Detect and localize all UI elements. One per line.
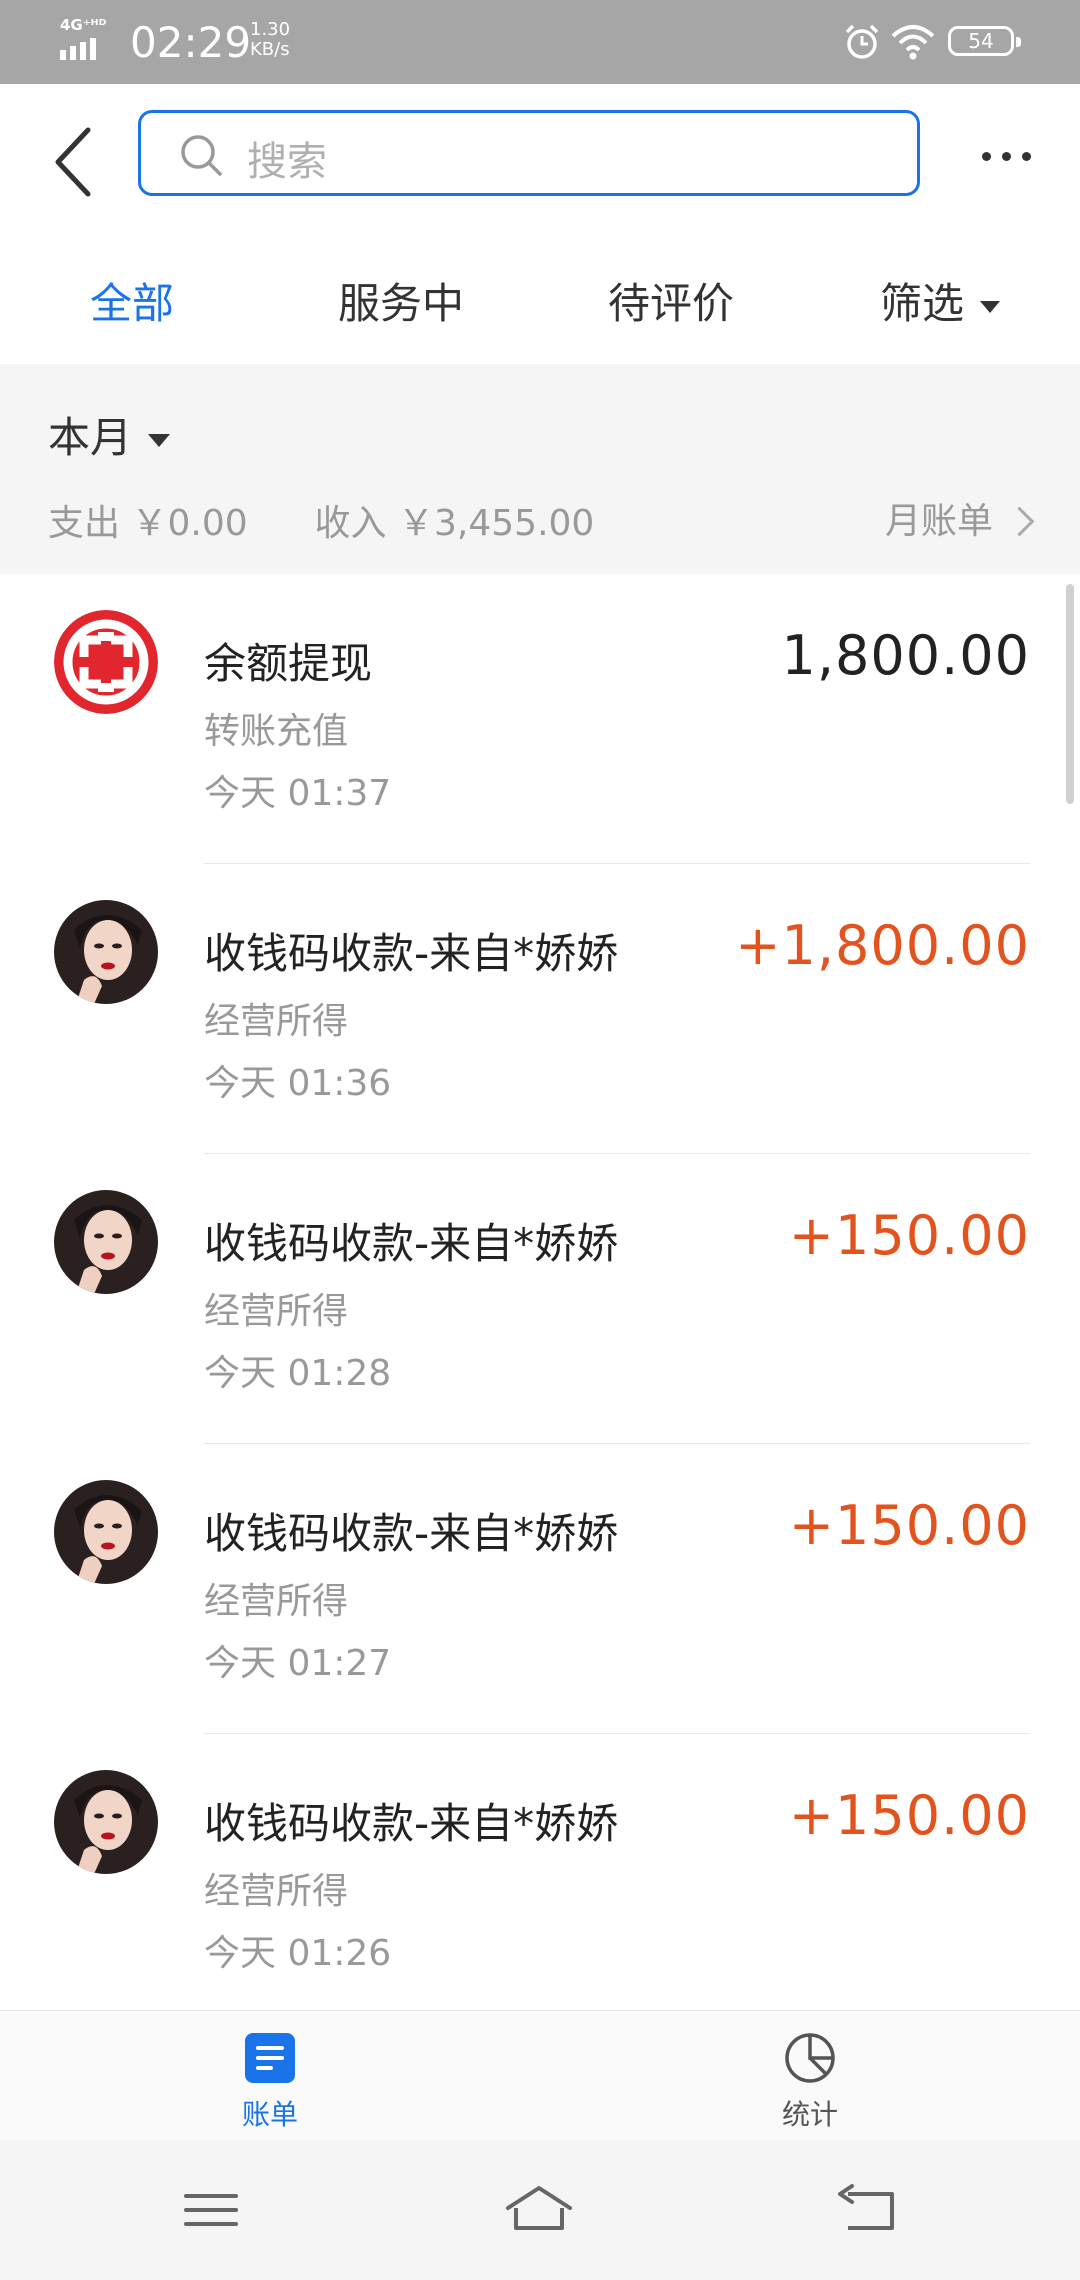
header: 搜索 (0, 84, 1080, 244)
transaction-time: 今天 01:36 (204, 1063, 392, 1104)
list-item[interactable]: 收钱码收款-来自*娇娇 经营所得 今天 01:27 +150.00 (0, 1444, 1080, 1734)
tab-to-review[interactable]: 待评价 (608, 270, 734, 331)
wifi-icon (891, 25, 935, 60)
transaction-title: 收钱码收款-来自*娇娇 (204, 1799, 619, 1848)
user-avatar (54, 1770, 158, 1874)
system-nav-bar (0, 2140, 1080, 2280)
search-icon (181, 135, 222, 176)
transaction-category: 经营所得 (204, 1291, 349, 1332)
signal-icon (60, 38, 96, 60)
user-avatar (54, 1190, 158, 1294)
nav-bill[interactable]: 账单 (190, 2031, 350, 2133)
transaction-amount: 1,800.00 (781, 624, 1030, 687)
user-avatar (54, 1480, 158, 1584)
chevron-right-icon (1004, 506, 1035, 536)
transaction-title: 余额提现 (204, 639, 373, 688)
home-icon[interactable] (504, 2180, 574, 2240)
expense-value: ￥0.00 (131, 503, 248, 544)
search-input[interactable]: 搜索 (138, 110, 920, 196)
battery-indicator: 54 (948, 26, 1021, 56)
bank-logo-icon (54, 610, 158, 714)
filter-tabs: 全部 服务中 待评价 筛选 (0, 244, 1080, 364)
bottom-nav: 账单 统计 (0, 2010, 1080, 2141)
income-value: ￥3,455.00 (398, 503, 595, 544)
nav-statistics[interactable]: 统计 (730, 2031, 890, 2133)
tab-filter[interactable]: 筛选 (880, 270, 1001, 331)
transaction-amount: +150.00 (788, 1494, 1030, 1557)
list-item[interactable]: 收钱码收款-来自*娇娇 经营所得 今天 01:36 +1,800.00 (0, 864, 1080, 1154)
back-arrow-icon[interactable] (44, 122, 104, 202)
clock: 02:29 (130, 18, 252, 67)
network-speed: 1.30 KB/s (250, 19, 291, 60)
month-label: 本月 (48, 413, 133, 462)
list-item[interactable]: 收钱码收款-来自*娇娇 经营所得 今天 01:28 +150.00 (0, 1154, 1080, 1444)
income-label: 收入 (314, 503, 387, 544)
bill-icon (245, 2033, 295, 2083)
transaction-time: 今天 01:37 (204, 773, 392, 814)
caret-down-icon (148, 434, 171, 447)
transaction-category: 经营所得 (204, 1001, 349, 1042)
monthly-bill-link[interactable]: 月账单 (884, 492, 1035, 544)
pie-chart-icon (785, 2033, 835, 2083)
expense-label: 支出 (48, 503, 121, 544)
list-item[interactable]: 余额提现 转账充值 今天 01:37 1,800.00 (0, 574, 1080, 864)
list-item[interactable]: 收钱码收款-来自*娇娇 经营所得 今天 01:26 +150.00 (0, 1734, 1080, 2010)
tab-filter-label: 筛选 (880, 279, 965, 328)
transaction-time: 今天 01:26 (204, 1933, 392, 1974)
transaction-amount: +150.00 (788, 1204, 1030, 1267)
transaction-time: 今天 01:28 (204, 1353, 392, 1394)
menu-icon[interactable] (176, 2180, 246, 2240)
transaction-title: 收钱码收款-来自*娇娇 (204, 1219, 619, 1268)
status-bar: 4G⁺ᴴᴰ 02:29 1.30 KB/s 54 (0, 0, 1080, 84)
nav-statistics-label: 统计 (781, 2098, 838, 2131)
transaction-title: 收钱码收款-来自*娇娇 (204, 929, 619, 978)
transaction-category: 经营所得 (204, 1871, 349, 1912)
nav-bill-label: 账单 (241, 2098, 298, 2131)
alarm-icon (845, 24, 879, 59)
transaction-title: 收钱码收款-来自*娇娇 (204, 1509, 619, 1558)
transaction-category: 转账充值 (204, 711, 349, 752)
transaction-time: 今天 01:27 (204, 1643, 392, 1684)
transaction-amount: +1,800.00 (735, 914, 1030, 977)
back-nav-icon[interactable] (834, 2180, 904, 2240)
transaction-list: 余额提现 转账充值 今天 01:37 1,800.00 收钱码收款-来自*娇娇 … (0, 574, 1080, 2010)
more-options-icon[interactable] (978, 140, 1038, 170)
month-selector[interactable]: 本月 (48, 404, 171, 465)
user-avatar (54, 900, 158, 1004)
search-placeholder: 搜索 (247, 139, 327, 185)
caret-down-icon (980, 300, 1001, 313)
transaction-category: 经营所得 (204, 1581, 349, 1622)
network-type: 4G⁺ᴴᴰ (60, 16, 107, 34)
transaction-amount: +150.00 (788, 1784, 1030, 1847)
month-totals: 支出 ￥0.00 收入 ￥3,455.00 (48, 494, 594, 546)
monthly-bill-label: 月账单 (884, 501, 993, 542)
month-summary: 本月 支出 ￥0.00 收入 ￥3,455.00 月账单 (0, 364, 1080, 574)
tab-in-service[interactable]: 服务中 (338, 270, 464, 331)
tab-all[interactable]: 全部 (90, 270, 174, 331)
